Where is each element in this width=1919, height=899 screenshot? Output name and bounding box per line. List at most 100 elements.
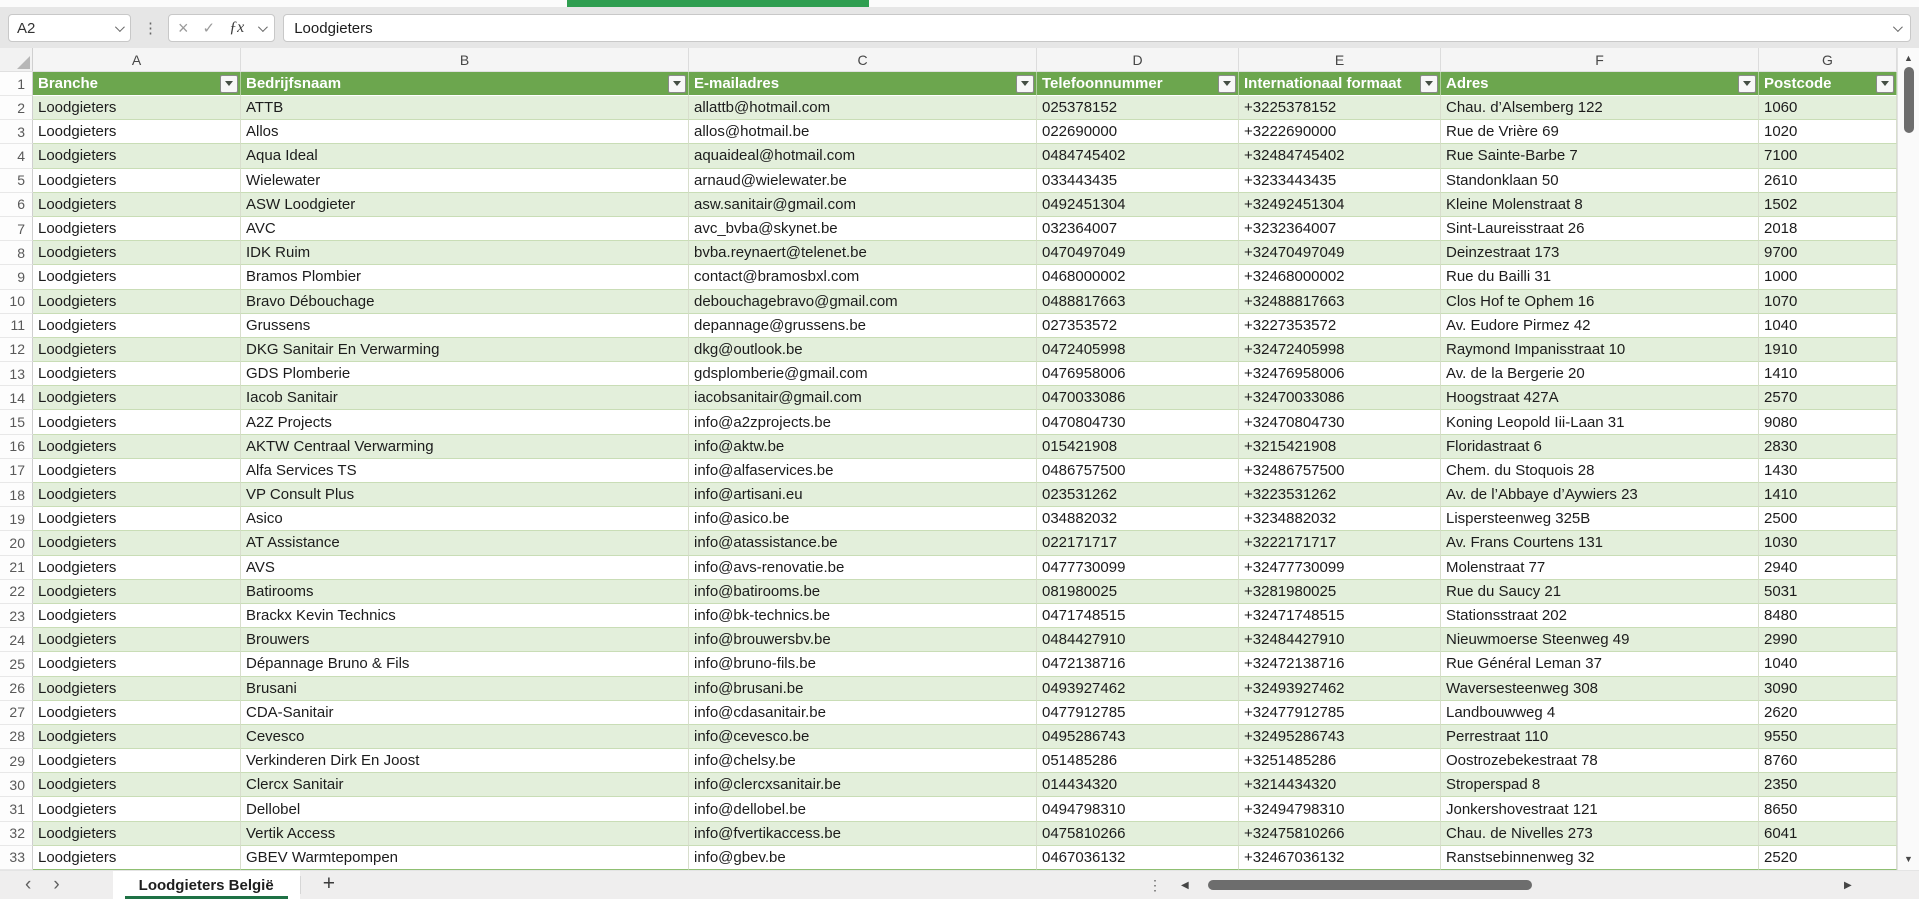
cell[interactable]: depannage@grussens.be	[689, 313, 1037, 338]
row-number[interactable]: 7	[0, 216, 33, 242]
cell[interactable]: Loodgieters	[33, 507, 241, 532]
cell[interactable]: +32468000002	[1239, 265, 1441, 290]
cell[interactable]: Grussens	[241, 313, 689, 338]
cell[interactable]: info@alfaservices.be	[689, 458, 1037, 483]
scroll-left-icon[interactable]: ◀	[1181, 871, 1189, 899]
cell[interactable]: Loodgieters	[33, 362, 241, 387]
cell[interactable]: Rue du Saucy 21	[1441, 579, 1759, 604]
cell[interactable]: 0484427910	[1037, 628, 1239, 653]
row-number[interactable]: 9	[0, 265, 33, 290]
column-header-e[interactable]: E	[1239, 48, 1441, 71]
cell[interactable]: 0470033086	[1037, 386, 1239, 411]
cell[interactable]: Chau. de Nivelles 273	[1441, 821, 1759, 846]
cell[interactable]: Av. de l’Abbaye d’Aywiers 23	[1441, 483, 1759, 508]
column-header-a[interactable]: A	[33, 48, 241, 71]
cell[interactable]: Loodgieters	[33, 652, 241, 677]
cell[interactable]: +32477730099	[1239, 555, 1441, 580]
row-number[interactable]: 26	[0, 676, 33, 701]
cell[interactable]: Landbouwweg 4	[1441, 700, 1759, 725]
cell[interactable]: Loodgieters	[33, 845, 241, 870]
cell[interactable]: 1502	[1759, 192, 1897, 217]
cell[interactable]: bvba.reynaert@telenet.be	[689, 241, 1037, 266]
cell[interactable]: +3214434320	[1239, 773, 1441, 798]
cell[interactable]: 7100	[1759, 144, 1897, 169]
row-number[interactable]: 13	[0, 362, 33, 387]
cell[interactable]: contact@bramosbxl.com	[689, 265, 1037, 290]
table-header-cell[interactable]: E-mailadres	[689, 72, 1037, 96]
cell[interactable]: ASW Loodgieter	[241, 192, 689, 217]
cell[interactable]: Aqua Ideal	[241, 144, 689, 169]
row-number[interactable]: 1	[0, 72, 33, 96]
cell[interactable]: Loodgieters	[33, 216, 241, 242]
cell[interactable]: 027353572	[1037, 313, 1239, 338]
cell[interactable]: +3225378152	[1239, 96, 1441, 121]
cell[interactable]: AVC	[241, 216, 689, 242]
cell[interactable]: 1040	[1759, 652, 1897, 677]
cell[interactable]: avc_bvba@skynet.be	[689, 216, 1037, 242]
row-number[interactable]: 8	[0, 241, 33, 266]
cell[interactable]: info@cdasanitair.be	[689, 700, 1037, 725]
cell[interactable]: 051485286	[1037, 749, 1239, 774]
cell[interactable]: 2500	[1759, 507, 1897, 532]
cell[interactable]: Av. de la Bergerie 20	[1441, 362, 1759, 387]
cell[interactable]: +3232364007	[1239, 216, 1441, 242]
table-header-cell[interactable]: Telefoonnummer	[1037, 72, 1239, 96]
cell[interactable]: 014434320	[1037, 773, 1239, 798]
cell[interactable]: 023531262	[1037, 483, 1239, 508]
cell[interactable]: info@atassistance.be	[689, 531, 1037, 556]
cell[interactable]: +3281980025	[1239, 579, 1441, 604]
cell[interactable]: Deinzestraat 173	[1441, 241, 1759, 266]
scroll-up-icon[interactable]: ▲	[1904, 54, 1913, 63]
cell[interactable]: Loodgieters	[33, 676, 241, 701]
formula-bar-input[interactable]: Loodgieters	[283, 14, 1911, 42]
cell[interactable]: Rue Sainte-Barbe 7	[1441, 144, 1759, 169]
cell[interactable]: Rue du Bailli 31	[1441, 265, 1759, 290]
cell[interactable]: Raymond Impanisstraat 10	[1441, 337, 1759, 363]
cell[interactable]: +32470804730	[1239, 410, 1441, 435]
cell[interactable]: Av. Frans Courtens 131	[1441, 531, 1759, 556]
filter-button[interactable]	[668, 74, 686, 93]
column-header-b[interactable]: B	[241, 48, 689, 71]
row-number[interactable]: 6	[0, 192, 33, 217]
cell[interactable]: 2610	[1759, 168, 1897, 193]
table-header-cell[interactable]: Postcode	[1759, 72, 1897, 96]
cell[interactable]: 9080	[1759, 410, 1897, 435]
table-header-cell[interactable]: Internationaal formaat	[1239, 72, 1441, 96]
row-number[interactable]: 25	[0, 652, 33, 677]
cell[interactable]: +32477912785	[1239, 700, 1441, 725]
column-header-d[interactable]: D	[1037, 48, 1239, 71]
cell[interactable]: 034882032	[1037, 507, 1239, 532]
cell[interactable]: Loodgieters	[33, 603, 241, 629]
cell[interactable]: Brouwers	[241, 628, 689, 653]
cell[interactable]: 2830	[1759, 434, 1897, 459]
row-number[interactable]: 23	[0, 603, 33, 629]
cell[interactable]: +32467036132	[1239, 845, 1441, 870]
cell[interactable]: info@clercxsanitair.be	[689, 773, 1037, 798]
cell[interactable]: 0495286743	[1037, 724, 1239, 750]
more-options-icon[interactable]: ⋮	[143, 21, 158, 36]
enter-icon[interactable]: ✓	[203, 21, 216, 36]
cell[interactable]: info@batirooms.be	[689, 579, 1037, 604]
table-header-cell[interactable]: Bedrijfsnaam	[241, 72, 689, 96]
row-number[interactable]: 19	[0, 507, 33, 532]
cell[interactable]: Loodgieters	[33, 313, 241, 338]
cell[interactable]: Loodgieters	[33, 579, 241, 604]
cell[interactable]: Loodgieters	[33, 773, 241, 798]
cell[interactable]: +32470497049	[1239, 241, 1441, 266]
filter-button[interactable]	[1420, 74, 1438, 93]
cell[interactable]: Lispersteenweg 325B	[1441, 507, 1759, 532]
cell[interactable]: Rue de Vrière 69	[1441, 120, 1759, 145]
cell[interactable]: +32494798310	[1239, 797, 1441, 822]
filter-button[interactable]	[1876, 74, 1894, 93]
cell[interactable]: +3222690000	[1239, 120, 1441, 145]
vertical-scrollbar[interactable]: ▲ ▼	[1897, 48, 1919, 870]
filter-button[interactable]	[1016, 74, 1034, 93]
cell[interactable]: Standonklaan 50	[1441, 168, 1759, 193]
cell[interactable]: 1000	[1759, 265, 1897, 290]
cell[interactable]: 8760	[1759, 749, 1897, 774]
cell[interactable]: Loodgieters	[33, 144, 241, 169]
row-number[interactable]: 16	[0, 434, 33, 459]
cell[interactable]: Loodgieters	[33, 410, 241, 435]
cell[interactable]: +32471748515	[1239, 603, 1441, 629]
cell[interactable]: 0477730099	[1037, 555, 1239, 580]
